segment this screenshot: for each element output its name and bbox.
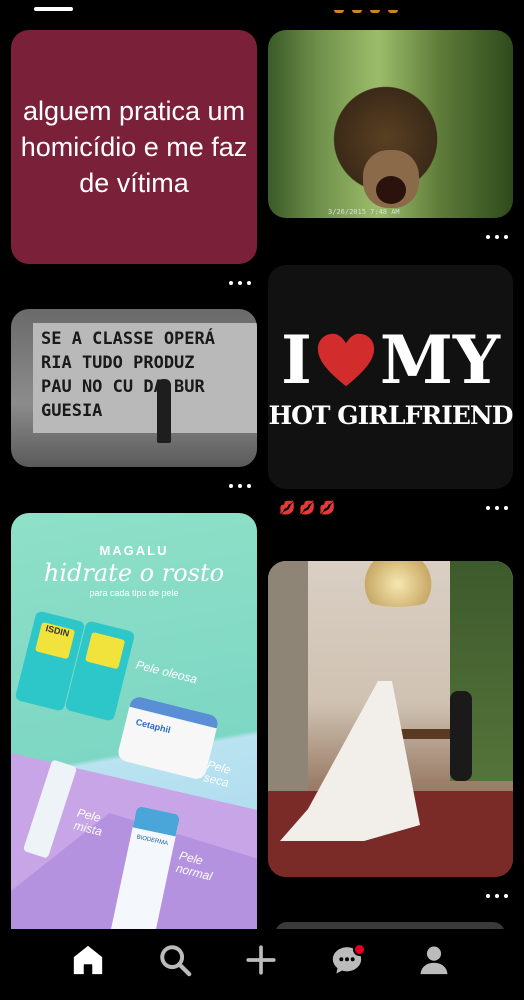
shirt-letter-i: I bbox=[280, 320, 312, 399]
ad-headline: hidrate o rosto bbox=[43, 559, 225, 587]
pin-bear-photo[interactable]: 3/26/2015 7:48 AM bbox=[268, 30, 513, 218]
nav-home[interactable] bbox=[71, 943, 107, 979]
nav-messages[interactable] bbox=[330, 943, 367, 979]
person-figure bbox=[157, 379, 171, 443]
pin-graffiti-photo[interactable]: SE A CLASSE OPERÁ RIA TUDO PRODUZ PAU NO… bbox=[11, 309, 257, 467]
camera-timestamp: 3/26/2015 7:48 AM bbox=[328, 208, 400, 216]
search-icon bbox=[159, 945, 191, 977]
label-oleosa: Pele oleosa bbox=[134, 657, 199, 687]
officiant bbox=[450, 691, 472, 781]
top-tab-indicator bbox=[34, 7, 73, 11]
pin-text-card[interactable]: alguem pratica um homicídio e me faz de … bbox=[11, 30, 257, 264]
pin-hot-girlfriend[interactable]: I MY HOT GIRLFRIEND bbox=[268, 265, 513, 489]
nav-profile[interactable] bbox=[417, 943, 453, 979]
brand-logo: MAGALU bbox=[99, 543, 169, 558]
bottom-nav bbox=[0, 929, 524, 1000]
pin-wedding-photo[interactable] bbox=[268, 561, 513, 877]
chandelier bbox=[348, 561, 448, 607]
heart-icon bbox=[317, 333, 374, 386]
more-options-icon[interactable] bbox=[486, 231, 508, 243]
more-options-icon[interactable] bbox=[486, 890, 508, 902]
isdin-label: ISDIN bbox=[34, 621, 76, 660]
cetaphil-jar: Cetaphil bbox=[116, 695, 220, 781]
notification-dot bbox=[353, 943, 367, 956]
ad-subheadline: para cada tipo de pele bbox=[89, 588, 179, 598]
more-options-icon[interactable] bbox=[229, 277, 251, 289]
pin-text: alguem pratica um homicídio e me faz de … bbox=[20, 96, 248, 198]
plus-icon bbox=[246, 945, 276, 975]
status-icons bbox=[334, 0, 414, 13]
cetaphil-label: Cetaphil bbox=[134, 716, 172, 736]
nav-search[interactable] bbox=[158, 943, 194, 979]
pin-magalu-ad[interactable]: MAGALU hidrate o rosto para cada tipo de… bbox=[11, 513, 257, 943]
shirt-word-my: MY bbox=[379, 320, 501, 399]
profile-icon bbox=[420, 946, 448, 975]
more-options-icon[interactable] bbox=[486, 502, 508, 514]
hall-wall bbox=[268, 561, 308, 791]
home-icon bbox=[74, 945, 103, 975]
shirt-line-2: HOT GIRLFRIEND bbox=[268, 400, 513, 430]
nav-create[interactable] bbox=[244, 943, 280, 979]
more-options-icon[interactable] bbox=[229, 480, 251, 492]
bear-mouth bbox=[376, 176, 406, 204]
pin-caption-lips: 💋💋💋 bbox=[279, 500, 340, 515]
label-seca: Pele seca bbox=[202, 757, 233, 790]
shirt-line-1: I MY bbox=[281, 325, 500, 395]
bioderma-label: BIODERMA bbox=[135, 834, 169, 848]
graffiti-text: SE A CLASSE OPERÁ RIA TUDO PRODUZ PAU NO… bbox=[41, 329, 215, 421]
